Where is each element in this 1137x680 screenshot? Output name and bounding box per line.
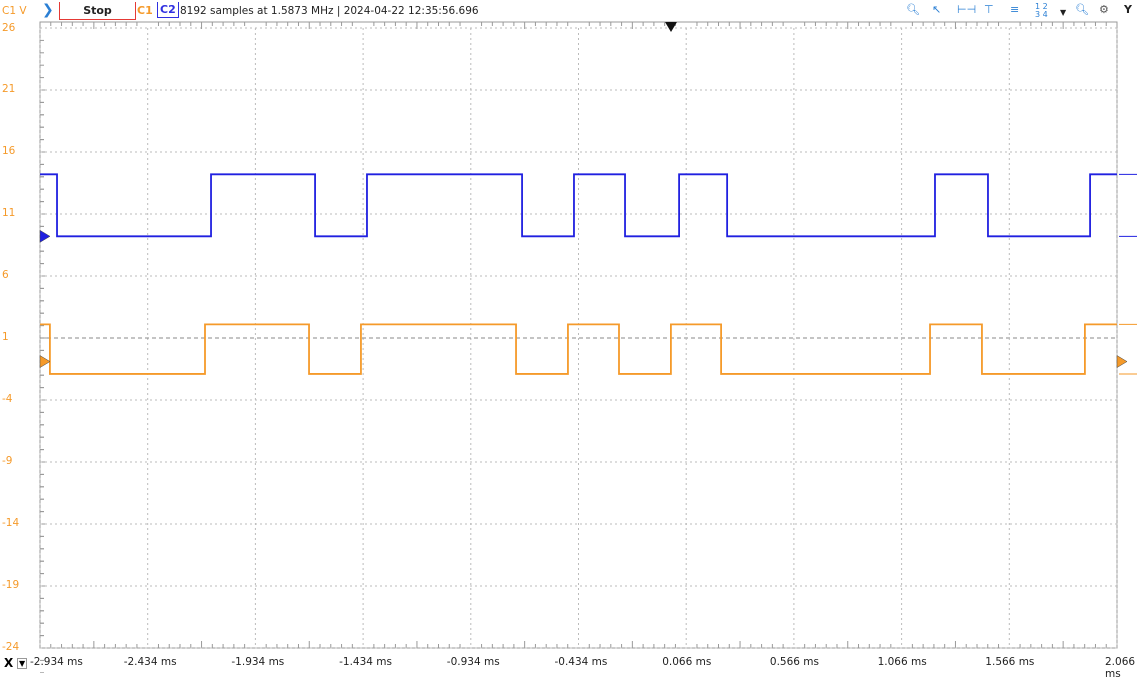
y-tick-label: 6 [2, 269, 9, 281]
x-tick-label: -2.934 ms [30, 656, 83, 668]
vertical-cursor-icon[interactable]: ⊤ [984, 3, 994, 16]
y-tick-label: 11 [2, 207, 16, 219]
trigger-position-marker [665, 22, 677, 32]
y-tick-label: -9 [2, 455, 13, 467]
trigger-marker-right [1116, 355, 1128, 369]
y-tick-label: -4 [2, 393, 13, 405]
zoom-out-icon[interactable]: 🔍︎ [1075, 3, 1089, 16]
horizontal-cursor-icon[interactable]: ⊢⊣ [957, 3, 976, 16]
channel-1-button[interactable]: C1 [137, 4, 153, 17]
x-tick-label: 1.566 ms [985, 656, 1035, 668]
x-tick-label: -2.434 ms [123, 656, 177, 668]
x-dropdown-icon[interactable]: ▼ [17, 658, 28, 669]
acquisition-info: 8192 samples at 1.5873 MHz | 2024-04-22 … [180, 5, 479, 17]
x-axis-button[interactable]: X [4, 656, 13, 670]
scope-plot[interactable] [0, 0, 1137, 673]
x-tick-label: 1.066 ms [877, 656, 927, 668]
x-tick-label: 0.066 ms [662, 656, 712, 668]
trigger-level-marker-c1 [39, 355, 51, 369]
top-bar: C1 V ❯ Stop C1 C2 8192 samples at 1.5873… [0, 0, 1137, 22]
y-tick-label: 26 [2, 22, 16, 34]
cursor-icon[interactable]: ↖ [932, 3, 941, 16]
x-tick-label: -0.934 ms [446, 656, 500, 668]
x-tick-label: -1.934 ms [231, 656, 285, 668]
y-tick-label: -24 [2, 641, 20, 653]
y-tick-label: 1 [2, 331, 9, 343]
y-axis-button[interactable]: Y [1124, 3, 1132, 16]
settings-icon[interactable]: ⚙ [1099, 3, 1109, 16]
x-tick-label: 2.066 ms [1105, 656, 1136, 680]
chevron-down-icon[interactable]: ▼ [1060, 8, 1066, 17]
play-chevron-icon[interactable]: ❯ [42, 2, 54, 18]
align-icon[interactable]: ≡ [1010, 3, 1019, 16]
y-tick-label: -19 [2, 579, 20, 591]
y-tick-label: 16 [2, 145, 16, 157]
zoom-icon[interactable]: 🔍︎ [906, 3, 920, 16]
x-tick-label: -1.434 ms [339, 656, 392, 668]
x-tick-label: -0.434 ms [554, 656, 608, 668]
channel-2-button[interactable]: C2 [157, 2, 179, 18]
stop-button[interactable]: Stop [59, 2, 136, 20]
trigger-level-marker-c2 [39, 229, 51, 243]
y-axis-label: C1 V [2, 5, 27, 17]
y-tick-label: 21 [2, 83, 16, 95]
y-tick-label: -14 [2, 517, 20, 529]
x-tick-label: 0.566 ms [769, 656, 819, 668]
numbered-cursors-icon[interactable]: 1 23 4 [1035, 3, 1048, 19]
